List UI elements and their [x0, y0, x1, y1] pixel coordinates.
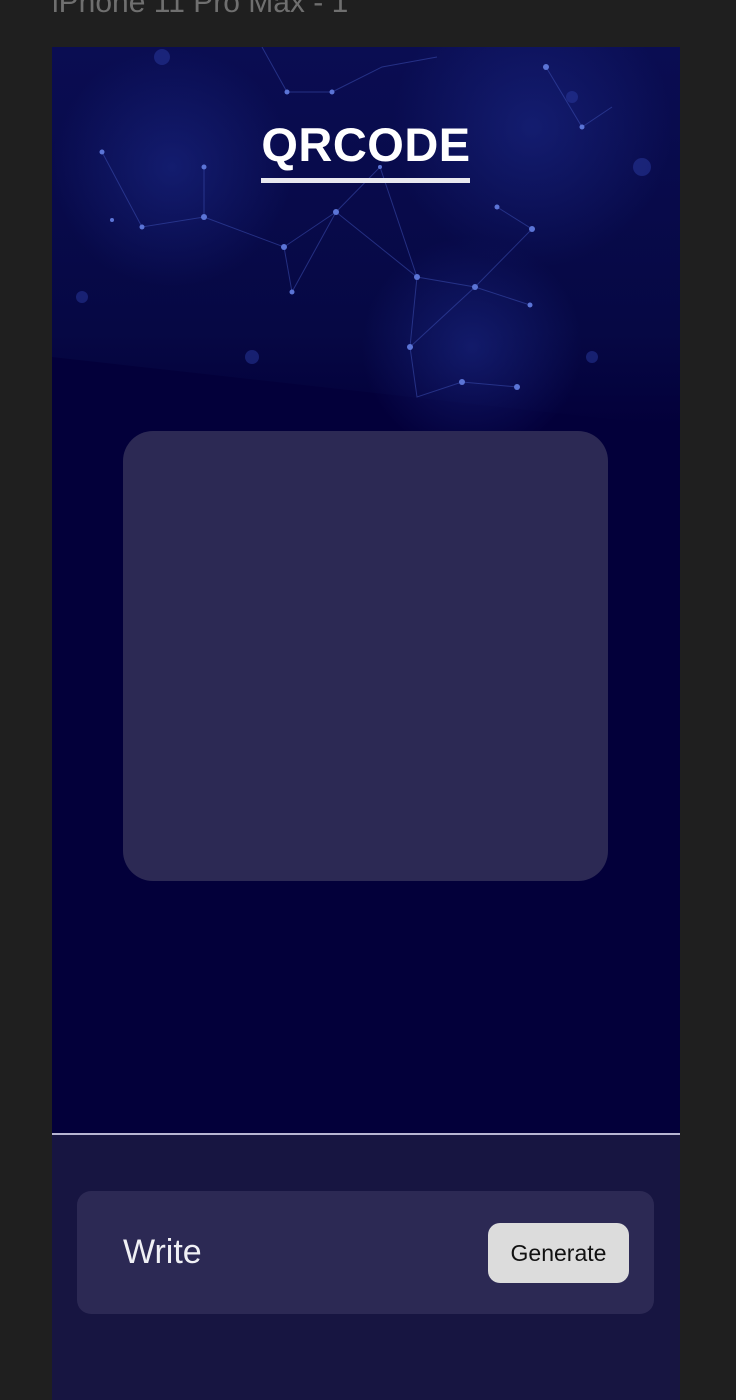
phone-screen: QRCODE Generate — [52, 47, 680, 1400]
text-input-card: Generate — [77, 1191, 654, 1314]
qr-code-display-area — [123, 431, 608, 881]
generate-button[interactable]: Generate — [488, 1223, 629, 1283]
write-input[interactable] — [123, 1229, 423, 1275]
title-underline — [261, 178, 470, 183]
bottom-panel: Generate — [52, 1135, 680, 1400]
network-background-image — [52, 47, 680, 447]
page-title: QRCODE — [261, 118, 471, 171]
frame-label: iPhone 11 Pro Max - 1 — [52, 0, 349, 19]
